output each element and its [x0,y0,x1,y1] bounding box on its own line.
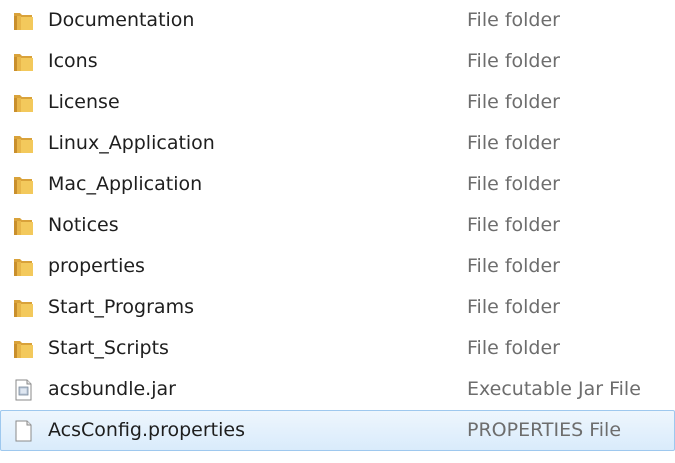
file-type: File folder [467,173,560,195]
file-row-mac-application[interactable]: Mac_Application File folder [0,164,675,205]
file-type: File folder [467,91,560,113]
file-type: Executable Jar File [467,378,641,400]
file-name: Start_Programs [48,296,194,318]
folder-icon [11,256,35,278]
file-type: File folder [467,214,560,236]
file-name: Icons [48,50,98,72]
file-name: License [48,91,120,113]
folder-icon [11,10,35,32]
file-name: AcsConfig.properties [48,419,245,441]
file-type: File folder [467,132,560,154]
blank-file-icon [11,420,35,442]
file-row-start-programs[interactable]: Start_Programs File folder [0,287,675,328]
file-name: Start_Scripts [48,337,169,359]
file-name: Notices [48,214,119,236]
file-type: File folder [467,296,560,318]
folder-icon [11,338,35,360]
file-row-acsbundle-jar[interactable]: acsbundle.jar Executable Jar File [0,369,675,410]
file-row-notices[interactable]: Notices File folder [0,205,675,246]
file-type: File folder [467,9,560,31]
file-row-acsconfig-properties[interactable]: AcsConfig.properties PROPERTIES File [0,410,675,451]
file-name: Mac_Application [48,173,203,195]
file-type: File folder [467,50,560,72]
folder-icon [11,297,35,319]
file-type: File folder [467,255,560,277]
file-name: Linux_Application [48,132,215,154]
file-row-start-scripts[interactable]: Start_Scripts File folder [0,328,675,369]
file-row-license[interactable]: License File folder [0,82,675,123]
folder-icon [11,51,35,73]
file-name: properties [48,255,145,277]
file-name: Documentation [48,9,195,31]
file-type: File folder [467,337,560,359]
folder-icon [11,174,35,196]
file-row-linux-application[interactable]: Linux_Application File folder [0,123,675,164]
file-list: Documentation File folder Icons File fol… [0,0,675,451]
file-row-icons[interactable]: Icons File folder [0,41,675,82]
file-row-documentation[interactable]: Documentation File folder [0,0,675,41]
file-type: PROPERTIES File [467,419,622,441]
folder-icon [11,133,35,155]
folder-icon [11,215,35,237]
file-row-properties[interactable]: properties File folder [0,246,675,287]
folder-icon [11,92,35,114]
file-name: acsbundle.jar [48,378,176,400]
jar-file-icon [11,379,35,401]
